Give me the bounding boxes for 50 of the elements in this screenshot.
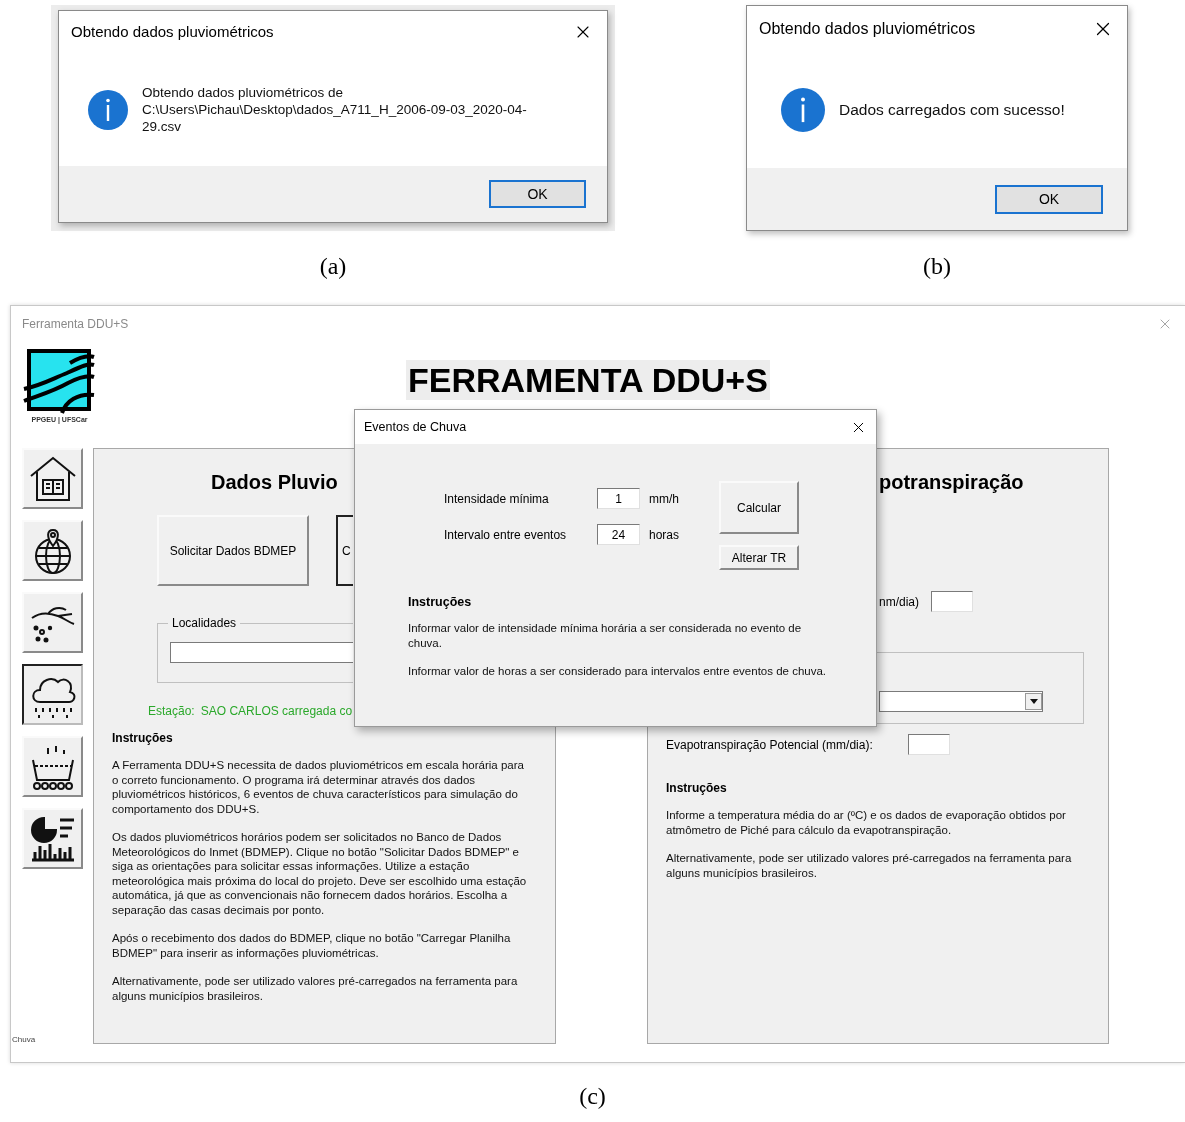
- figure-caption: (b): [923, 253, 951, 279]
- field-label: Intervalo entre eventos: [444, 526, 568, 544]
- figure-caption: (c): [579, 1083, 606, 1109]
- panel-heading: Dados Pluvio: [211, 470, 338, 495]
- instructions-paragraph: A Ferramenta DDU+S necessita de dados pluviométricos em escala horária para o correto funcionamento. O programa irá determinar através dos dados pluviométricos históricos, 6 eventos de chuva característicos para simulação do comportamento dos DDU+S.: [112, 758, 525, 816]
- bdmep-request-button[interactable]: Solicitar Dados BDMEP: [157, 515, 309, 586]
- figure-caption: (a): [319, 253, 347, 279]
- panel-heading: potranspiração: [879, 470, 1024, 495]
- message-text: C:\Users\Pichau\Desktop\dados_A711_H_2006-09-03_2020-04-: [142, 101, 527, 118]
- evaporation-field[interactable]: [931, 591, 973, 612]
- field-label: nm/dia): [879, 593, 919, 611]
- instructions-title: Instruções: [408, 594, 472, 610]
- number-field[interactable]: 24: [597, 524, 640, 545]
- unit-label: mm/h: [649, 490, 679, 508]
- status-text: Chuva: [12, 1034, 36, 1046]
- instructions-paragraph: Após o recebimento dos dados do BDMEP, clique no botão "Carregar Planilha BDMEP" para inserir as informações pluviométricas.: [112, 931, 512, 960]
- instructions-paragraph: Informe a temperatura média do ar (ºC) e os dados de evaporação obtidos por atmômetro de Piché para cálculo da evapotranspiração.: [666, 808, 1067, 837]
- dropdown-arrow-icon: [1029, 699, 1038, 704]
- evapotranspiration-field[interactable]: [908, 734, 950, 755]
- change-tr-button[interactable]: Alterar TR: [719, 545, 799, 570]
- load-button[interactable]: C: [336, 515, 353, 586]
- instructions-paragraph: Os dados pluviométricos horários podem ser solicitados no Banco de Dados Meteorológicos do Inmet (BDMEP). Clique no botão "Solicitar Dados BDMEP" e siga as orientações para solicitar essas informações. Utilize a estação meteorológica mais próxima do local do projeto. Deve ser escolhido uma estação automática, já que as convencionais não fornecem dados horários. Escolha a separação das casas decimais por ponto.: [112, 830, 528, 917]
- unit-label: horas: [649, 526, 680, 544]
- instructions-paragraph: Alternativamente, pode ser utilizado valores pré-carregados na ferramenta para alguns municípios brasileiros.: [666, 851, 1073, 880]
- number-field[interactable]: 1: [597, 488, 640, 509]
- instructions-paragraph: Alternativamente, pode ser utilizado valores pré-carregados na ferramenta para alguns municípios brasileiros.: [112, 974, 519, 1003]
- locations-field[interactable]: [170, 642, 353, 663]
- message-text: 29.csv: [142, 118, 183, 135]
- dialog-title: Obtendo dados pluviométricos: [71, 21, 274, 42]
- info-icon: [781, 88, 825, 132]
- ok-button[interactable]: OK: [489, 180, 586, 208]
- dialog-title: Eventos de Chuva: [364, 418, 467, 436]
- instructions-title: Instruções: [666, 780, 727, 796]
- message-text: Obtendo dados pluviométricos de: [142, 84, 345, 101]
- ok-button[interactable]: OK: [995, 184, 1103, 214]
- instructions-paragraph: Informar valor de intensidade mínima horária a ser considerada no evento de chuva.: [408, 621, 803, 650]
- station-value: SAO CARLOS carregada co: [200, 703, 353, 719]
- instructions-title: Instruções: [112, 730, 173, 746]
- calculate-button[interactable]: Calcular: [719, 481, 799, 534]
- dialog-title: Obtendo dados pluviométricos: [759, 19, 976, 39]
- nav-button[interactable]: [22, 664, 83, 725]
- field-label: Evapotranspiração Potencial (mm/dia):: [666, 736, 874, 754]
- message-text: Dados carregados com sucesso!: [839, 100, 1065, 121]
- field-label: Intensidade mínima: [444, 490, 550, 508]
- app-heading: FERRAMENTA DDU+S: [406, 360, 770, 400]
- station-label: Estação:: [148, 703, 195, 719]
- instructions-paragraph: Informar valor de horas a ser considerado para intervalos entre eventos de chuva.: [408, 664, 828, 679]
- info-icon: [88, 89, 128, 130]
- window-title: Ferramenta DDU+S: [22, 315, 129, 333]
- combo-box[interactable]: [879, 691, 1043, 712]
